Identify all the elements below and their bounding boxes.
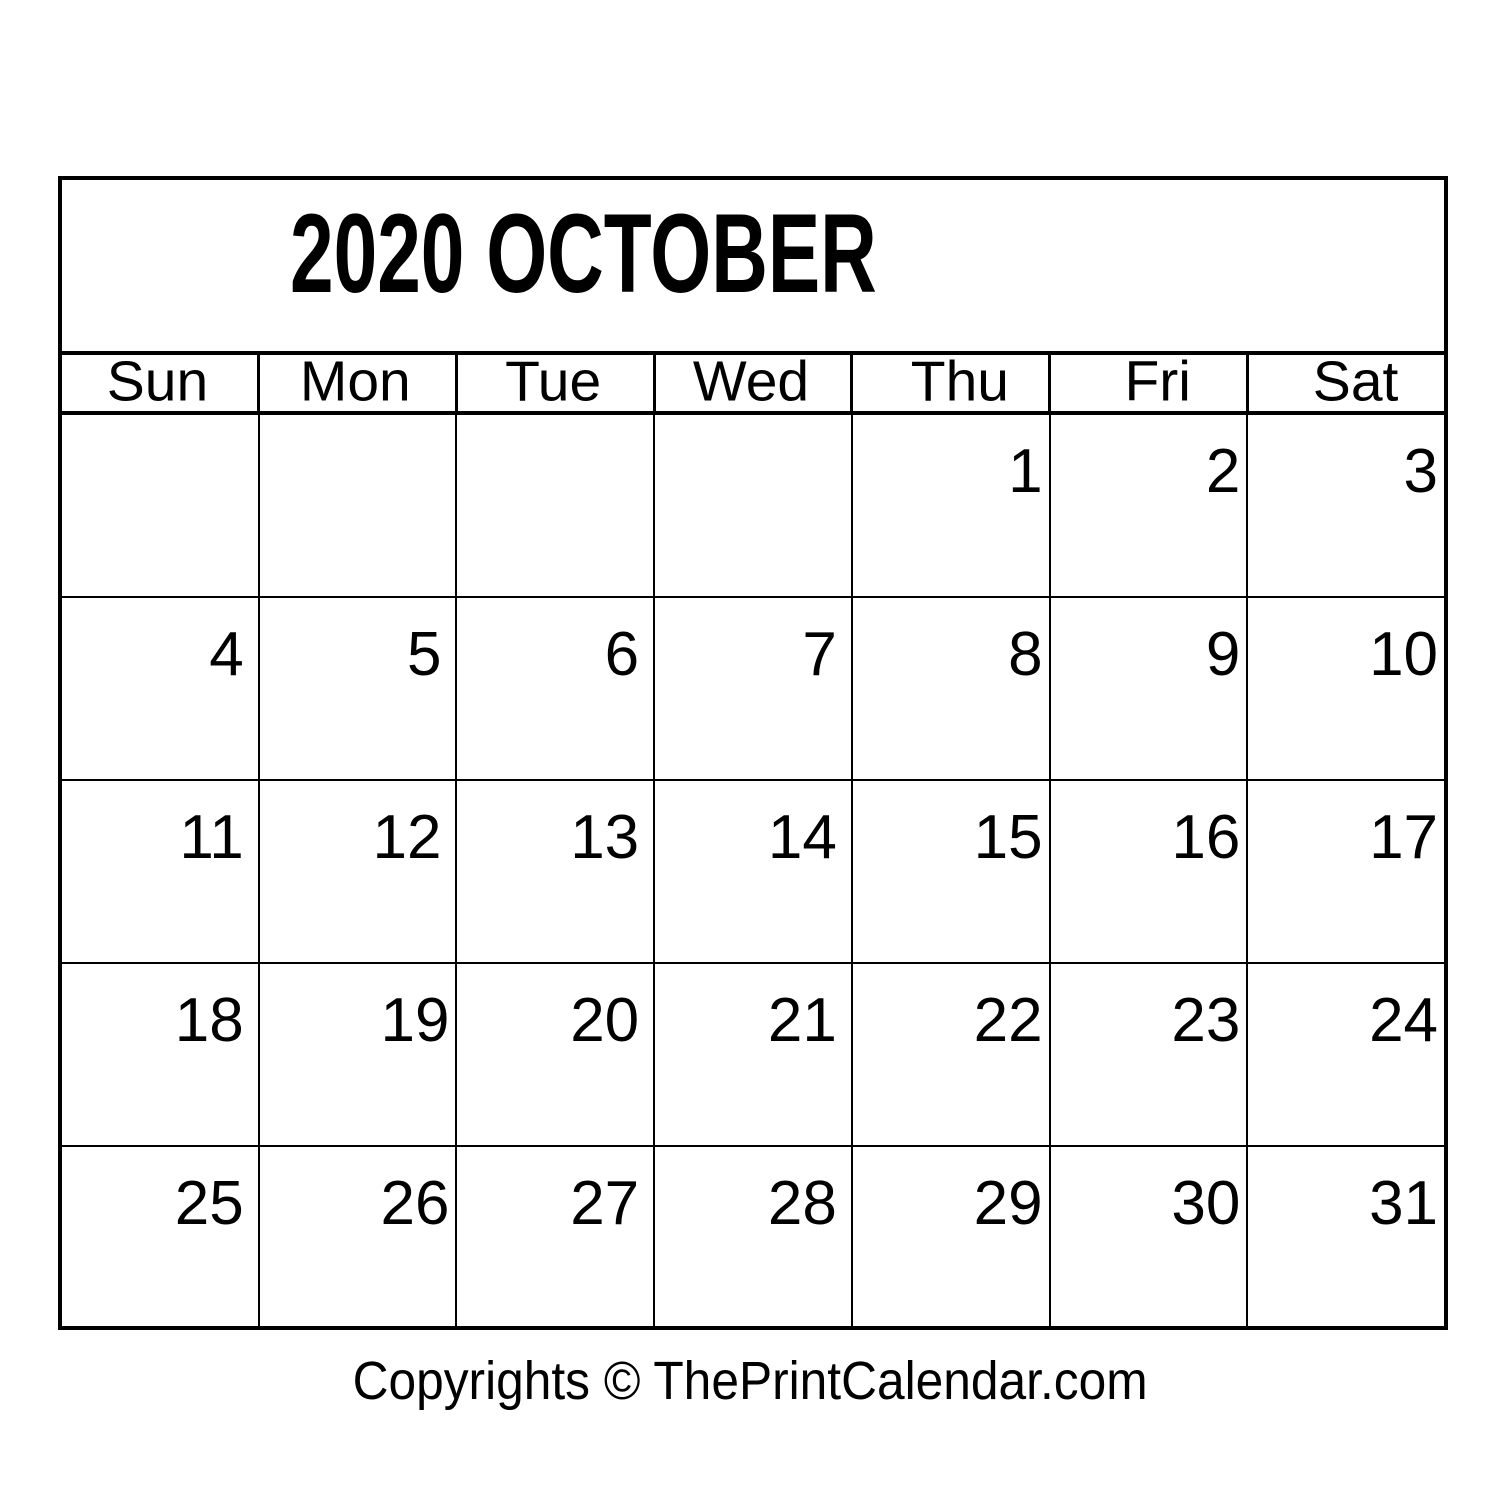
day-cell[interactable]: 2 xyxy=(1051,415,1249,596)
day-cell[interactable]: 18 xyxy=(62,964,260,1145)
day-number: 5 xyxy=(406,620,442,689)
weekday-label: Sat xyxy=(1312,355,1399,411)
calendar-table: 2020 OCTOBER Sun Mon Tue Wed Thu Fri Sat xyxy=(58,176,1448,1330)
weekday-header-thu: Thu xyxy=(853,355,1052,411)
weekday-label: Fri xyxy=(1124,355,1191,411)
day-cell[interactable]: 12 xyxy=(260,781,458,962)
day-cell[interactable]: 10 xyxy=(1248,598,1444,779)
day-cell[interactable]: 28 xyxy=(655,1147,853,1329)
day-cell[interactable]: 5 xyxy=(260,598,458,779)
day-cell[interactable]: 16 xyxy=(1051,781,1249,962)
day-cell[interactable]: 17 xyxy=(1248,781,1444,962)
day-number: 26 xyxy=(380,1169,450,1238)
day-number: 2 xyxy=(1205,437,1241,506)
day-number: 27 xyxy=(570,1169,640,1238)
day-cell[interactable]: 29 xyxy=(853,1147,1051,1329)
day-number: 24 xyxy=(1369,986,1439,1055)
week-row: 11 12 13 14 15 16 17 xyxy=(62,781,1444,964)
day-cell[interactable]: 27 xyxy=(457,1147,656,1329)
day-cell[interactable]: 8 xyxy=(853,598,1051,779)
day-cell[interactable] xyxy=(655,415,853,596)
day-cell[interactable]: 15 xyxy=(853,781,1051,962)
weekday-header-wed: Wed xyxy=(656,355,854,411)
weekday-header-sat: Sat xyxy=(1249,355,1444,411)
day-number: 30 xyxy=(1171,1169,1241,1238)
day-number: 17 xyxy=(1369,803,1439,872)
day-cell[interactable]: 22 xyxy=(853,964,1051,1145)
day-number: 25 xyxy=(174,1169,244,1238)
day-number: 8 xyxy=(1008,620,1043,689)
day-number: 29 xyxy=(973,1169,1043,1238)
weekday-label: Thu xyxy=(910,355,1009,411)
week-row: 25 26 27 28 29 30 31 xyxy=(62,1147,1444,1329)
day-cell[interactable]: 14 xyxy=(655,781,853,962)
day-cell[interactable]: 11 xyxy=(62,781,260,962)
day-cell[interactable]: 21 xyxy=(655,964,853,1145)
day-cell[interactable]: 4 xyxy=(62,598,260,779)
weekday-header-sun: Sun xyxy=(62,355,260,411)
weekday-header-fri: Fri xyxy=(1051,355,1250,411)
weekday-label: Wed xyxy=(692,355,810,411)
day-cell[interactable]: 31 xyxy=(1248,1147,1444,1329)
calendar-title-row: 2020 OCTOBER xyxy=(62,180,1444,355)
calendar-weeks: 1 2 3 4 5 6 7 8 9 10 11 12 13 14 15 16 1… xyxy=(62,415,1444,1330)
day-cell[interactable]: 20 xyxy=(457,964,656,1145)
day-number: 11 xyxy=(179,803,244,872)
day-number: 10 xyxy=(1369,620,1439,689)
day-number: 21 xyxy=(767,986,837,1055)
weekday-label: Mon xyxy=(299,355,411,411)
day-cell[interactable]: 3 xyxy=(1248,415,1444,596)
footer: Copyrights © ThePrintCalendar.com xyxy=(0,1352,1500,1410)
copyright-notice: Copyrights © ThePrintCalendar.com xyxy=(352,1351,1148,1411)
calendar-page: 2020 OCTOBER Sun Mon Tue Wed Thu Fri Sat xyxy=(0,0,1500,1500)
weekday-header-tue: Tue xyxy=(458,355,656,411)
day-number: 20 xyxy=(570,986,640,1055)
day-cell[interactable]: 9 xyxy=(1051,598,1249,779)
day-cell[interactable]: 1 xyxy=(853,415,1051,596)
day-cell[interactable]: 7 xyxy=(655,598,853,779)
day-cell[interactable]: 6 xyxy=(457,598,656,779)
day-cell[interactable]: 24 xyxy=(1248,964,1444,1145)
day-number: 15 xyxy=(973,803,1043,872)
day-cell[interactable] xyxy=(62,415,260,596)
weekday-label: Tue xyxy=(505,355,602,411)
week-row: 4 5 6 7 8 9 10 xyxy=(62,598,1444,781)
weekday-header-mon: Mon xyxy=(260,355,458,411)
day-cell[interactable]: 25 xyxy=(62,1147,260,1329)
page-title: 2020 OCTOBER xyxy=(290,191,877,316)
day-number: 12 xyxy=(372,803,442,872)
week-row: 18 19 20 21 22 23 24 xyxy=(62,964,1444,1147)
day-cell[interactable]: 13 xyxy=(457,781,656,962)
weekday-label: Sun xyxy=(106,355,209,411)
day-cell[interactable]: 19 xyxy=(260,964,458,1145)
day-number: 4 xyxy=(209,620,244,689)
day-number: 31 xyxy=(1369,1169,1439,1238)
day-number: 23 xyxy=(1171,986,1241,1055)
day-number: 18 xyxy=(174,986,244,1055)
day-number: 19 xyxy=(380,986,450,1055)
day-cell[interactable] xyxy=(260,415,458,596)
day-number: 9 xyxy=(1205,620,1241,689)
day-number: 28 xyxy=(767,1169,837,1238)
weekday-header-row: Sun Mon Tue Wed Thu Fri Sat xyxy=(62,355,1444,415)
day-number: 6 xyxy=(604,620,640,689)
day-number: 7 xyxy=(802,620,837,689)
day-cell[interactable]: 30 xyxy=(1051,1147,1249,1329)
week-row: 1 2 3 xyxy=(62,415,1444,598)
day-cell[interactable] xyxy=(457,415,656,596)
day-cell[interactable]: 26 xyxy=(260,1147,458,1329)
day-number: 14 xyxy=(767,803,837,872)
day-number: 3 xyxy=(1403,437,1439,506)
day-number: 13 xyxy=(570,803,640,872)
day-number: 22 xyxy=(973,986,1043,1055)
day-cell[interactable]: 23 xyxy=(1051,964,1249,1145)
day-number: 1 xyxy=(1008,437,1043,506)
day-number: 16 xyxy=(1171,803,1241,872)
